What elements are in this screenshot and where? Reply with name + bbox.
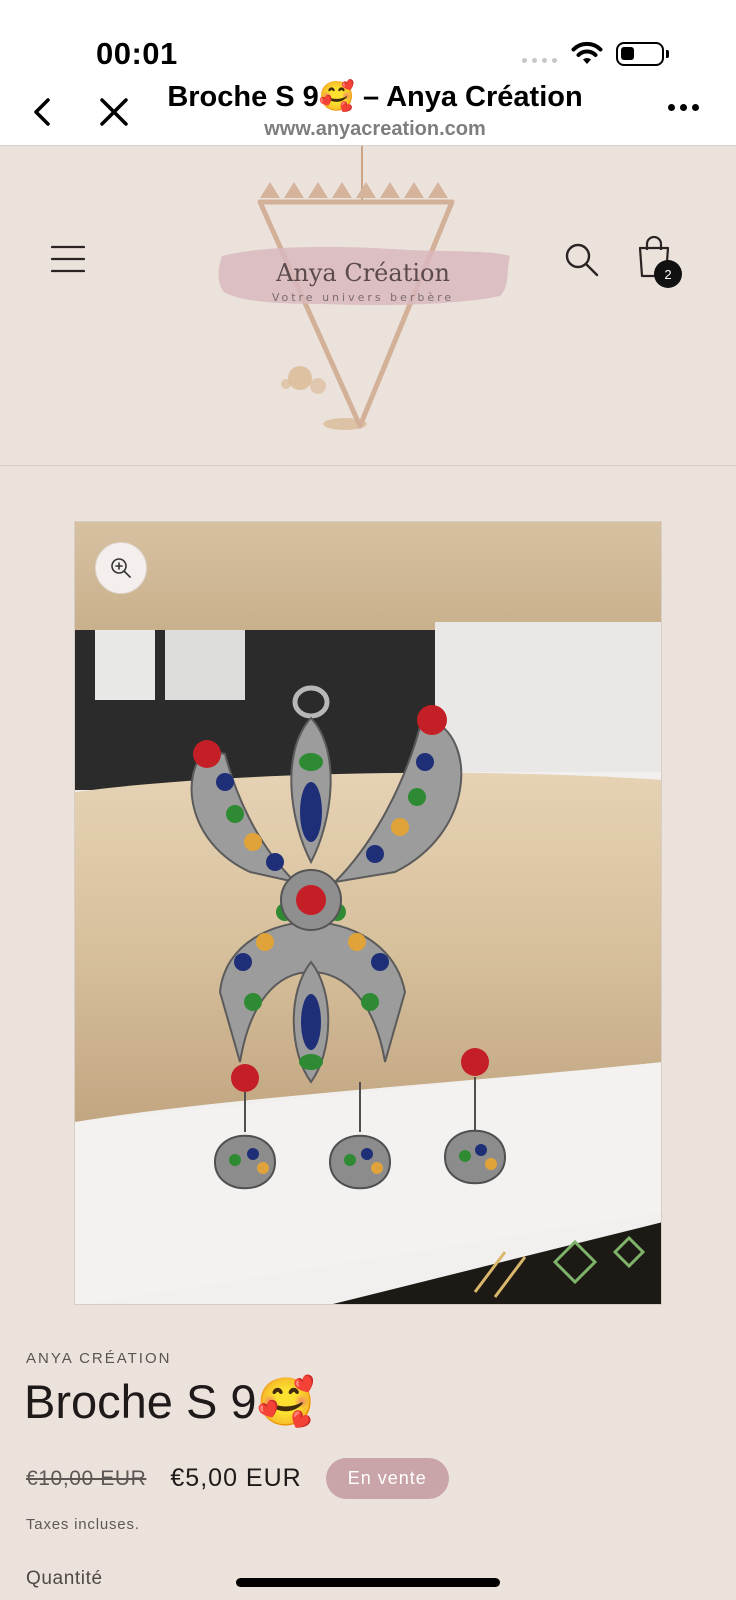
cart-button[interactable]: 2 <box>634 232 684 288</box>
more-dots-icon[interactable] <box>668 104 699 111</box>
price-row: €10,00 EUR €5,00 EUR En vente <box>26 1458 449 1499</box>
browser-header: 00:01 Broche S 9🥰 – Anya Création www.an… <box>0 0 736 146</box>
tax-note: Taxes incluses. <box>26 1516 140 1533</box>
wifi-icon <box>571 41 603 64</box>
status-time: 00:01 <box>96 36 178 71</box>
zoom-button[interactable] <box>95 542 147 594</box>
search-icon[interactable] <box>562 240 602 280</box>
zoom-in-icon <box>111 558 131 578</box>
logo-tagline: Votre univers berbère <box>272 291 454 304</box>
battery-icon <box>616 42 669 66</box>
store-logo[interactable]: Anya Création Votre univers berbère <box>210 146 520 456</box>
home-indicator[interactable] <box>236 1578 500 1587</box>
page-title: Broche S 9🥰 – Anya Création <box>167 81 583 113</box>
compare-at-price: €10,00 EUR <box>26 1466 147 1490</box>
product-image[interactable] <box>74 521 662 1305</box>
back-arrow-icon[interactable] <box>24 92 64 132</box>
close-icon[interactable] <box>94 92 134 132</box>
product-photo <box>75 522 661 1304</box>
page-url[interactable]: www.anyacreation.com <box>150 118 600 141</box>
site-header: Anya Création Votre univers berbère 2 <box>0 146 736 466</box>
product-title: Broche S 9🥰 <box>24 1375 316 1428</box>
cart-count-badge: 2 <box>654 260 682 288</box>
sale-badge: En vente <box>325 1458 449 1499</box>
cellular-signal-icon <box>522 58 557 63</box>
sale-price: €5,00 EUR <box>170 1464 302 1492</box>
logo-title: Anya Création <box>275 259 450 287</box>
hamburger-menu-icon[interactable] <box>48 242 88 276</box>
product-vendor: ANYA CRÉATION <box>26 1350 172 1367</box>
quantity-label: Quantité <box>26 1568 103 1589</box>
